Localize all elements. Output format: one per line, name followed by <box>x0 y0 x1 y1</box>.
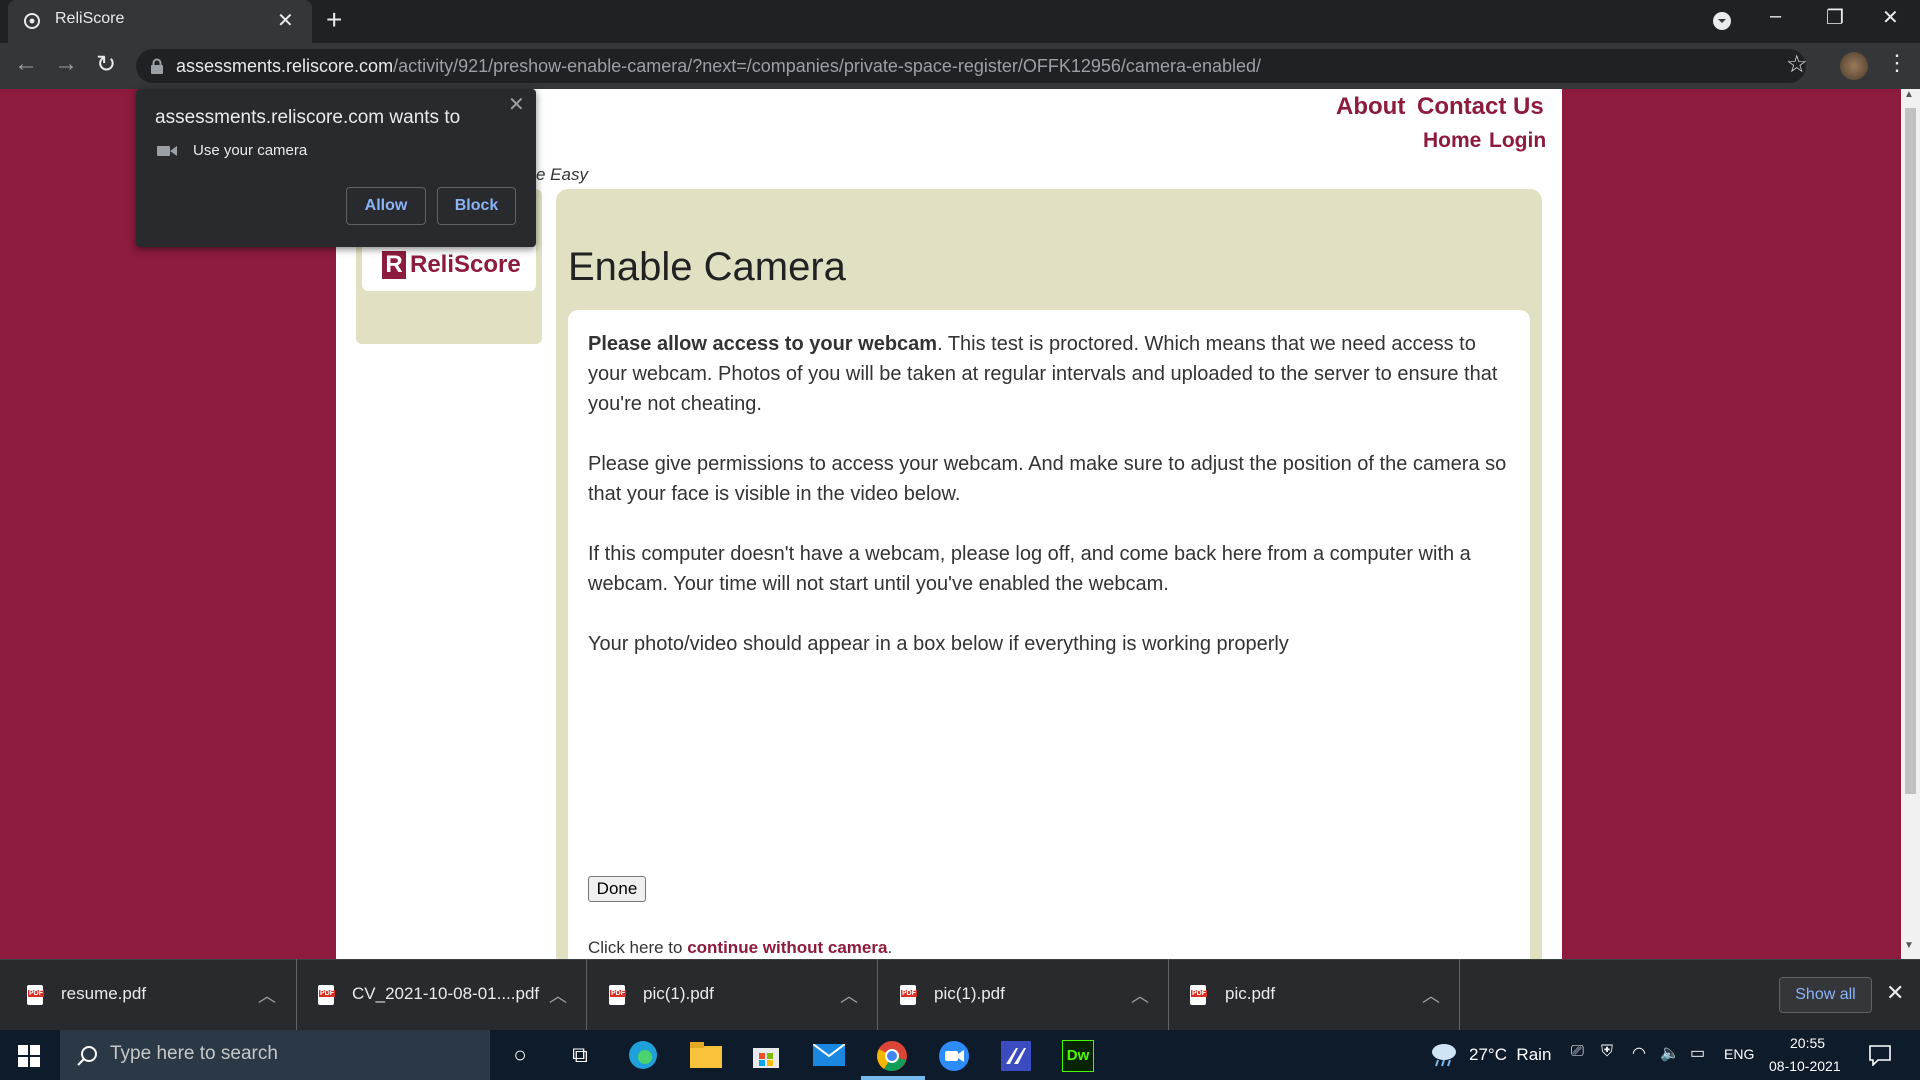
footer-prefix: Click here to <box>588 938 688 957</box>
nav-login-link[interactable]: Login <box>1489 129 1546 153</box>
chrome-icon[interactable] <box>876 1040 908 1072</box>
popup-permission-item: Use your camera <box>193 142 308 159</box>
download-filename: resume.pdf <box>61 984 147 1003</box>
download-filename: CV_2021-10-08-01....pdf <box>352 984 540 1003</box>
scroll-up-arrow-icon[interactable]: ▲ <box>1904 89 1914 100</box>
continue-without-camera-link[interactable]: continue without camera <box>687 938 887 957</box>
forward-arrow-icon[interactable]: → <box>54 50 78 78</box>
pdf-file-icon: PDF <box>318 985 335 1005</box>
paragraph-permissions: Please give permissions to access your w… <box>588 453 1507 505</box>
wifi-icon[interactable]: ◠ <box>1632 1043 1646 1063</box>
battery-icon[interactable]: ▭ <box>1690 1043 1705 1063</box>
download-shelf-close-icon[interactable]: ✕ <box>1886 980 1904 1006</box>
popup-close-icon[interactable]: ✕ <box>508 92 525 117</box>
pdf-file-icon: PDF <box>1190 985 1207 1005</box>
windows-start-icon[interactable] <box>18 1045 40 1067</box>
reload-icon[interactable]: ↻ <box>96 50 116 79</box>
clock-time[interactable]: 20:55 <box>1790 1035 1825 1051</box>
taskbar-search-placeholder: Type here to search <box>110 1043 278 1064</box>
block-button[interactable]: Block <box>437 187 516 225</box>
back-arrow-icon[interactable]: ← <box>14 50 38 78</box>
camera-icon <box>157 146 177 156</box>
site-tagline: e Easy <box>536 165 588 184</box>
active-app-indicator <box>861 1076 925 1080</box>
download-filename: pic(1).pdf <box>643 984 714 1003</box>
paragraph-photo-box: Your photo/video should appear in a box … <box>588 633 1289 655</box>
chevron-up-icon[interactable]: ︿ <box>549 982 567 1008</box>
language-indicator[interactable]: ENG <box>1724 1046 1754 1062</box>
window-close-icon[interactable]: ✕ <box>1882 5 1899 30</box>
task-view-icon[interactable]: ⧉ <box>565 1041 595 1069</box>
tray-security-icon[interactable]: ⛨ <box>1601 1043 1613 1061</box>
popup-title: assessments.reliscore.com wants to <box>155 107 461 128</box>
chevron-up-icon[interactable]: ︿ <box>258 982 276 1008</box>
restore-icon[interactable]: ❐ <box>1826 5 1844 30</box>
favicon-icon <box>24 13 40 29</box>
chevron-up-icon[interactable]: ︿ <box>840 982 858 1008</box>
footer-suffix: . <box>887 938 893 957</box>
page-title: Enable Camera <box>568 245 846 289</box>
tab-title: ReliScore <box>55 10 125 27</box>
allow-button[interactable]: Allow <box>346 187 426 225</box>
tab-reliscore[interactable] <box>8 0 312 43</box>
pdf-file-icon: PDF <box>609 985 626 1005</box>
continue-without-camera-line: Click here to continue without camera. <box>588 938 892 958</box>
url-text[interactable]: assessments.reliscore.com/activity/921/p… <box>176 56 1261 77</box>
paragraph-intro-bold: Please allow access to your webcam <box>588 333 938 355</box>
reliscore-logo-icon: R <box>382 251 406 279</box>
nav-home-link[interactable]: Home <box>1423 129 1481 153</box>
paragraph-intro: Please allow access to your webcam. This… <box>588 329 1508 419</box>
download-item[interactable] <box>878 959 1169 1030</box>
download-item[interactable] <box>587 959 878 1030</box>
mail-icon[interactable] <box>813 1044 845 1066</box>
profile-avatar[interactable] <box>1840 52 1868 80</box>
show-all-downloads-button[interactable]: Show all <box>1779 977 1872 1013</box>
logo-text: ReliScore <box>410 251 521 278</box>
pdf-file-icon: PDF <box>900 985 917 1005</box>
zoom-icon[interactable] <box>938 1040 970 1072</box>
weather-rain-icon[interactable] <box>1428 1042 1458 1068</box>
store-icon[interactable] <box>751 1040 781 1070</box>
nav-contact-link[interactable]: Contact Us <box>1417 93 1544 121</box>
weather-text[interactable]: 27°C Rain <box>1469 1045 1551 1065</box>
volume-icon[interactable]: 🔈 <box>1660 1043 1680 1063</box>
tab-close-icon[interactable]: ✕ <box>277 8 294 33</box>
search-icon <box>77 1046 97 1066</box>
bookmark-star-icon[interactable]: ☆ <box>1786 50 1808 79</box>
new-tab-button[interactable]: + <box>326 4 342 36</box>
tab-search-icon[interactable] <box>1712 11 1732 31</box>
lock-icon[interactable] <box>150 58 164 74</box>
edge-icon[interactable] <box>627 1039 659 1071</box>
download-item[interactable] <box>1169 959 1460 1030</box>
download-filename: pic.pdf <box>1225 984 1276 1003</box>
dreamweaver-icon[interactable]: Dw <box>1062 1040 1094 1072</box>
scrollbar-thumb[interactable] <box>1905 108 1916 794</box>
nav-about-link[interactable]: About <box>1336 93 1405 121</box>
scroll-down-arrow-icon[interactable]: ▼ <box>1904 940 1914 951</box>
chevron-up-icon[interactable]: ︿ <box>1422 982 1440 1008</box>
done-button[interactable]: Done <box>588 876 646 902</box>
chevron-up-icon[interactable]: ︿ <box>1131 982 1149 1008</box>
notification-icon[interactable] <box>1868 1044 1892 1066</box>
file-explorer-icon[interactable] <box>690 1042 722 1068</box>
tray-display-icon[interactable]: ⎚ <box>1571 1043 1584 1061</box>
paragraph-no-webcam: If this computer doesn't have a webcam, … <box>588 543 1471 595</box>
download-item[interactable] <box>6 959 297 1030</box>
clock-date[interactable]: 08-10-2021 <box>1769 1058 1841 1074</box>
download-filename: pic(1).pdf <box>934 984 1005 1003</box>
app-icon[interactable] <box>1000 1040 1032 1072</box>
menu-kebab-icon[interactable]: ⋮ <box>1886 50 1908 76</box>
pdf-file-icon: PDF <box>27 985 44 1005</box>
cortana-icon[interactable]: ○ <box>505 1041 535 1069</box>
minimize-icon[interactable]: – <box>1770 5 1781 28</box>
